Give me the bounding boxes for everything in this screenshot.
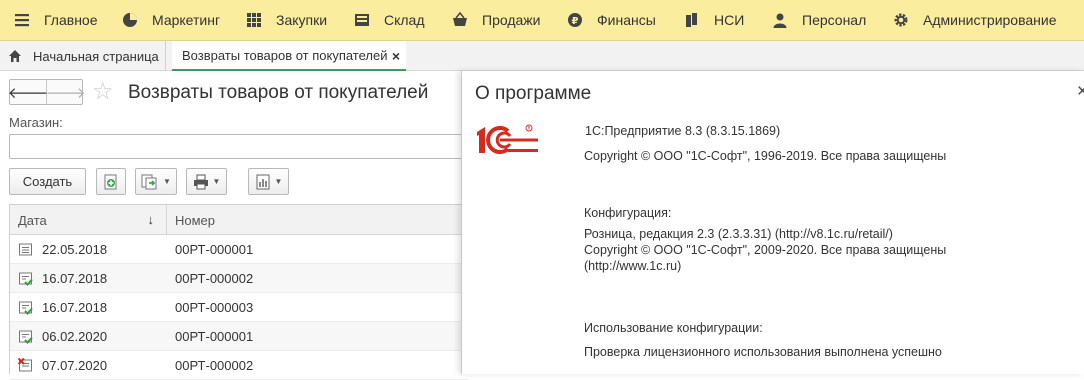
menu-item-finance[interactable]: ₽ Финансы [567, 0, 684, 41]
table-row[interactable]: 16.07.2018 00РТ-000003 [10, 293, 468, 322]
row-date: 07.07.2020 [42, 357, 108, 373]
document-draft-icon [19, 243, 32, 255]
row-number: 00РТ-000001 [175, 241, 254, 257]
home-icon [9, 50, 21, 62]
back-button[interactable]: 🡐 [8, 80, 48, 104]
svg-text:₽: ₽ [572, 16, 579, 27]
document-deleted-icon [18, 357, 32, 371]
row-date: 16.07.2018 [42, 270, 108, 286]
menu-label: НСИ [714, 12, 745, 28]
reports-button[interactable]: ▼ [248, 168, 289, 195]
store-input[interactable] [9, 134, 469, 159]
favorite-star-icon[interactable]: ☆ [92, 79, 114, 105]
menu-item-warehouse[interactable]: Склад [354, 0, 452, 41]
person-icon [772, 12, 788, 28]
hamburger-icon [14, 12, 30, 28]
store-label: Магазин: [9, 115, 63, 130]
row-number: 00РТ-000002 [175, 357, 254, 373]
close-tab-icon[interactable]: × [392, 48, 400, 64]
column-header-number[interactable]: Номер [167, 205, 215, 235]
row-date: 06.02.2020 [42, 328, 108, 344]
form-title: Возвраты товаров от покупателей [128, 82, 429, 103]
document-posted-icon [19, 272, 33, 286]
document-posted-icon [19, 330, 33, 344]
create-based-on-button[interactable]: ▼ [135, 168, 177, 195]
create-button[interactable]: Создать [9, 168, 86, 195]
main-menu: Главное Маркетинг Закупки Склад Продажи … [0, 0, 1084, 41]
pie-chart-icon [122, 12, 138, 28]
column-header-date[interactable]: Дата ↓ [10, 205, 167, 235]
menu-item-main[interactable]: Главное [14, 0, 122, 41]
grid-icon [246, 12, 262, 28]
dialog-title: О программе [475, 83, 592, 104]
platform-copyright: Copyright © ООО "1С-Софт", 1996-2019. Вс… [584, 149, 947, 163]
print-button[interactable]: ▼ [186, 168, 227, 195]
report-icon [256, 174, 270, 189]
forward-button[interactable]: 🡒 [45, 80, 85, 104]
menu-item-nsi[interactable]: НСИ [684, 0, 772, 41]
basket-icon [452, 12, 468, 28]
documents-green-icon [141, 174, 157, 189]
add-document-icon [104, 174, 117, 189]
menu-item-personnel[interactable]: Персонал [772, 0, 893, 41]
row-number: 00РТ-000001 [175, 328, 254, 344]
usage-status: Проверка лицензионного использования вып… [584, 345, 942, 359]
documents-table: Дата ↓ Номер 22.05.2018 00РТ-000001 16.0… [9, 204, 469, 380]
menu-item-administration[interactable]: Администрирование [893, 0, 1057, 41]
menu-item-marketing[interactable]: Маркетинг [122, 0, 246, 41]
menu-label: Персонал [802, 12, 867, 28]
tab-customer-returns[interactable]: Возвраты товаров от покупателей × [172, 41, 406, 71]
sort-down-icon: ↓ [147, 212, 155, 227]
usage-label: Использование конфигурации: [584, 321, 763, 335]
tab-bar: Начальная страница Возвраты товаров от п… [0, 41, 1084, 71]
platform-version: 1С:Предприятие 8.3 (8.3.15.1869) [585, 124, 781, 138]
document-posted-icon [19, 301, 33, 315]
1c-logo: R [477, 124, 538, 154]
configuration-copyright: Copyright © ООО "1С-Софт", 2009-2020. Вс… [584, 243, 947, 257]
menu-label: Маркетинг [152, 12, 221, 28]
configuration-label: Конфигурация: [584, 206, 672, 220]
menu-label: Финансы [597, 12, 656, 28]
row-date: 16.07.2018 [42, 299, 108, 315]
chevron-down-icon: ▼ [212, 177, 221, 186]
table-row[interactable]: 06.02.2020 00РТ-000001 [10, 322, 468, 351]
books-icon [684, 12, 700, 28]
printer-icon [193, 174, 208, 189]
table-row[interactable]: 22.05.2018 00РТ-000001 [10, 235, 468, 264]
svg-text:R: R [528, 126, 531, 131]
row-number: 00РТ-000002 [175, 270, 254, 286]
chevron-down-icon: ▼ [163, 177, 171, 186]
menu-item-purchases[interactable]: Закупки [246, 0, 354, 41]
menu-label: Продажи [482, 12, 541, 28]
row-date: 22.05.2018 [42, 241, 108, 257]
menu-item-sales[interactable]: Продажи [452, 0, 567, 41]
tab-home[interactable]: Начальная страница [0, 41, 166, 71]
column-label: Номер [175, 212, 216, 228]
table-row[interactable]: 16.07.2018 00РТ-000002 [10, 264, 468, 293]
chevron-down-icon: ▼ [274, 177, 283, 186]
tab-label: Возвраты товаров от покупателей [182, 47, 388, 63]
table-row[interactable]: 07.07.2020 00РТ-000002 [10, 351, 468, 380]
column-label: Дата [18, 212, 47, 228]
about-dialog: О программе × R 1С:Предприятие 8.3 (8.3.… [461, 71, 1084, 374]
copy-document-button[interactable] [96, 168, 126, 195]
gear-icon [893, 12, 909, 28]
menu-label: Закупки [276, 12, 328, 28]
menu-label: Главное [44, 12, 98, 28]
configuration-url: (http://www.1c.ru) [584, 259, 682, 273]
warehouse-icon [354, 12, 370, 28]
close-dialog-icon[interactable]: × [1077, 81, 1084, 103]
table-header: Дата ↓ Номер [10, 205, 468, 235]
menu-label: Склад [384, 12, 425, 28]
tab-label: Начальная страница [33, 48, 159, 64]
menu-label: Администрирование [923, 12, 1057, 28]
history-nav: 🡐 🡒 [8, 79, 86, 105]
ruble-coin-icon: ₽ [567, 12, 583, 28]
row-number: 00РТ-000003 [175, 299, 254, 315]
configuration-name: Розница, редакция 2.3 (2.3.3.31) (http:/… [584, 227, 893, 241]
